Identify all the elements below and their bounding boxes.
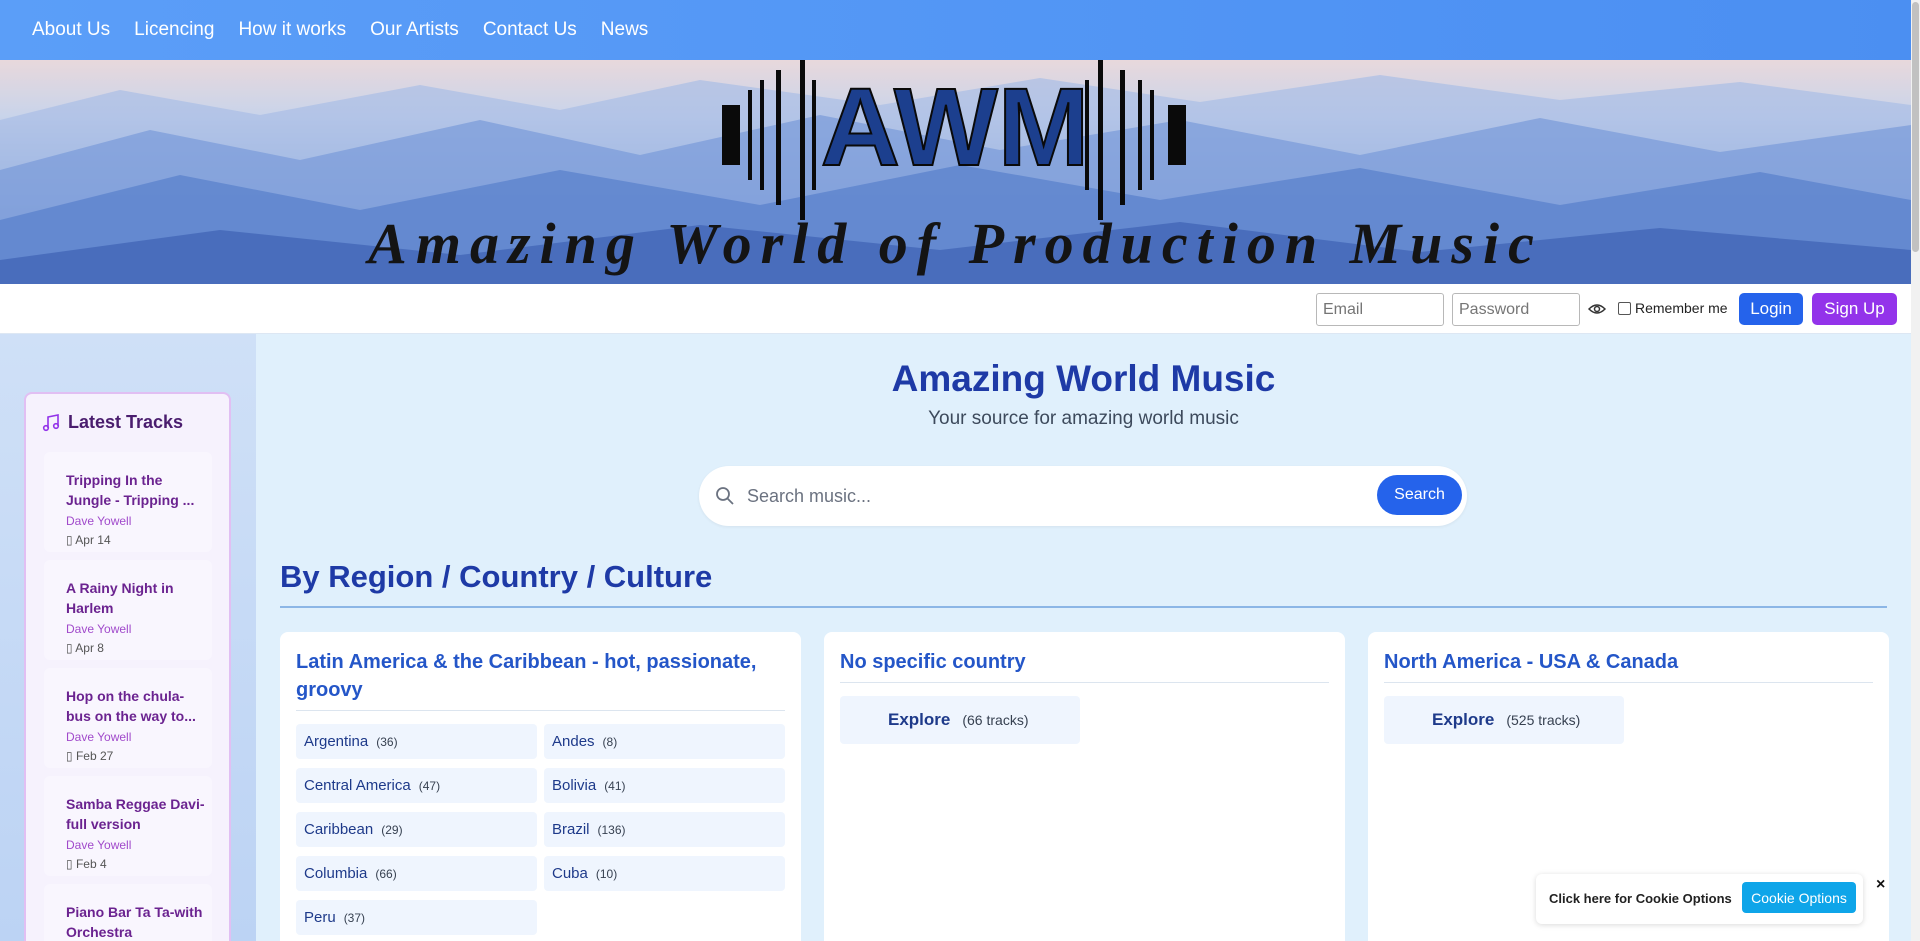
track-item[interactable]: Samba Reggae Davi-full version Dave Yowe… <box>44 776 212 876</box>
latest-tracks-title: Latest Tracks <box>68 412 184 432</box>
track-title[interactable]: Tripping In the Jungle - Tripping ... <box>66 470 208 510</box>
card-title[interactable]: North America - USA & Canada <box>1384 648 1874 676</box>
track-item[interactable]: Tripping In the Jungle - Tripping ... Da… <box>44 452 212 552</box>
remember-me[interactable]: Remember me <box>1618 300 1728 316</box>
scrollbar[interactable] <box>1911 0 1920 941</box>
banner-title: Amazing World of Production Music <box>368 211 1543 276</box>
track-date: ▯ Apr 8 <box>66 641 104 655</box>
track-title[interactable]: Piano Bar Ta Ta-with Orchestra <box>66 902 208 941</box>
track-date: ▯ Feb 4 <box>66 857 107 871</box>
eye-icon[interactable] <box>1588 301 1606 317</box>
region-card-no-specific-country: No specific country Explore (66 tracks) <box>824 632 1345 941</box>
search-button[interactable]: Search <box>1377 475 1462 515</box>
nav-licencing[interactable]: Licencing <box>134 19 214 41</box>
chip-cuba[interactable]: Cuba (10) <box>544 856 785 891</box>
remember-me-checkbox[interactable] <box>1618 301 1631 315</box>
nav-our-artists[interactable]: Our Artists <box>370 19 459 41</box>
chip-bolivia[interactable]: Bolivia (41) <box>544 768 785 803</box>
nav-about-us[interactable]: About Us <box>32 19 110 41</box>
chip-brazil[interactable]: Brazil (136) <box>544 812 785 847</box>
track-title[interactable]: Samba Reggae Davi-full version <box>66 794 208 834</box>
search-icon <box>716 487 734 505</box>
track-item[interactable]: Hop on the chula-bus on the way to... Da… <box>44 668 212 768</box>
search-bar: Search music... Search <box>699 466 1467 526</box>
top-nav: About Us Licencing How it works Our Arti… <box>0 0 1911 60</box>
chip-andes[interactable]: Andes (8) <box>544 724 785 759</box>
logo-letters: AWM <box>821 66 1090 189</box>
login-bar: Remember me Login Sign Up <box>0 284 1911 334</box>
card-title[interactable]: No specific country <box>840 648 1330 676</box>
main-content: Amazing World Music Your source for amaz… <box>256 334 1911 941</box>
nav-how-it-works[interactable]: How it works <box>238 19 346 41</box>
track-title[interactable]: Hop on the chula-bus on the way to... <box>66 686 208 726</box>
email-field[interactable] <box>1316 293 1444 326</box>
section-divider <box>280 606 1887 608</box>
track-date: ▯ Apr 14 <box>66 533 111 547</box>
login-button[interactable]: Login <box>1739 293 1803 325</box>
region-card-latin-america: Latin America & the Caribbean - hot, pas… <box>280 632 801 941</box>
track-artist[interactable]: Dave Yowell <box>66 838 212 852</box>
track-item[interactable]: Piano Bar Ta Ta-with Orchestra <box>44 884 212 941</box>
chip-argentina[interactable]: Argentina (36) <box>296 724 537 759</box>
card-divider <box>840 682 1329 683</box>
music-note-icon <box>42 413 60 431</box>
card-title[interactable]: Latin America & the Caribbean - hot, pas… <box>296 648 786 704</box>
cookie-text: Click here for Cookie Options <box>1549 891 1732 906</box>
close-icon[interactable]: × <box>1876 876 1885 894</box>
sidebar: Latest Tracks Tripping In the Jungle - T… <box>0 334 256 941</box>
explore-button[interactable]: Explore (525 tracks) <box>1384 696 1624 744</box>
track-title[interactable]: A Rainy Night in Harlem <box>66 578 208 618</box>
chip-central-america[interactable]: Central America (47) <box>296 768 537 803</box>
explore-button[interactable]: Explore (66 tracks) <box>840 696 1080 744</box>
cookie-popup: Click here for Cookie Options Cookie Opt… <box>1536 874 1863 924</box>
nav-news[interactable]: News <box>601 19 649 41</box>
track-artist[interactable]: Dave Yowell <box>66 730 212 744</box>
header-banner: AWM Amazing World of Production Music <box>0 60 1911 284</box>
signup-button[interactable]: Sign Up <box>1812 293 1897 325</box>
card-divider <box>296 710 785 711</box>
latest-tracks-header: Latest Tracks <box>42 412 183 433</box>
page-title: Amazing World Music <box>891 358 1276 399</box>
chip-caribbean[interactable]: Caribbean (29) <box>296 812 537 847</box>
search-input[interactable]: Search music... <box>747 486 871 507</box>
track-artist[interactable]: Dave Yowell <box>66 514 212 528</box>
nav-contact-us[interactable]: Contact Us <box>483 19 577 41</box>
track-date: ▯ Feb 27 <box>66 749 114 763</box>
cookie-options-button[interactable]: Cookie Options <box>1742 882 1856 913</box>
password-field[interactable] <box>1452 293 1580 326</box>
card-divider <box>1384 682 1873 683</box>
latest-tracks-panel: Latest Tracks Tripping In the Jungle - T… <box>24 392 231 941</box>
chip-columbia[interactable]: Columbia (66) <box>296 856 537 891</box>
track-artist[interactable]: Dave Yowell <box>66 622 212 636</box>
section-title: By Region / Country / Culture <box>280 559 713 594</box>
scrollbar-thumb[interactable] <box>1912 2 1919 252</box>
remember-me-label: Remember me <box>1635 300 1728 316</box>
track-item[interactable]: A Rainy Night in Harlem Dave Yowell ▯ Ap… <box>44 560 212 660</box>
page-subtitle: Your source for amazing world music <box>928 408 1239 429</box>
chip-peru[interactable]: Peru (37) <box>296 900 537 935</box>
